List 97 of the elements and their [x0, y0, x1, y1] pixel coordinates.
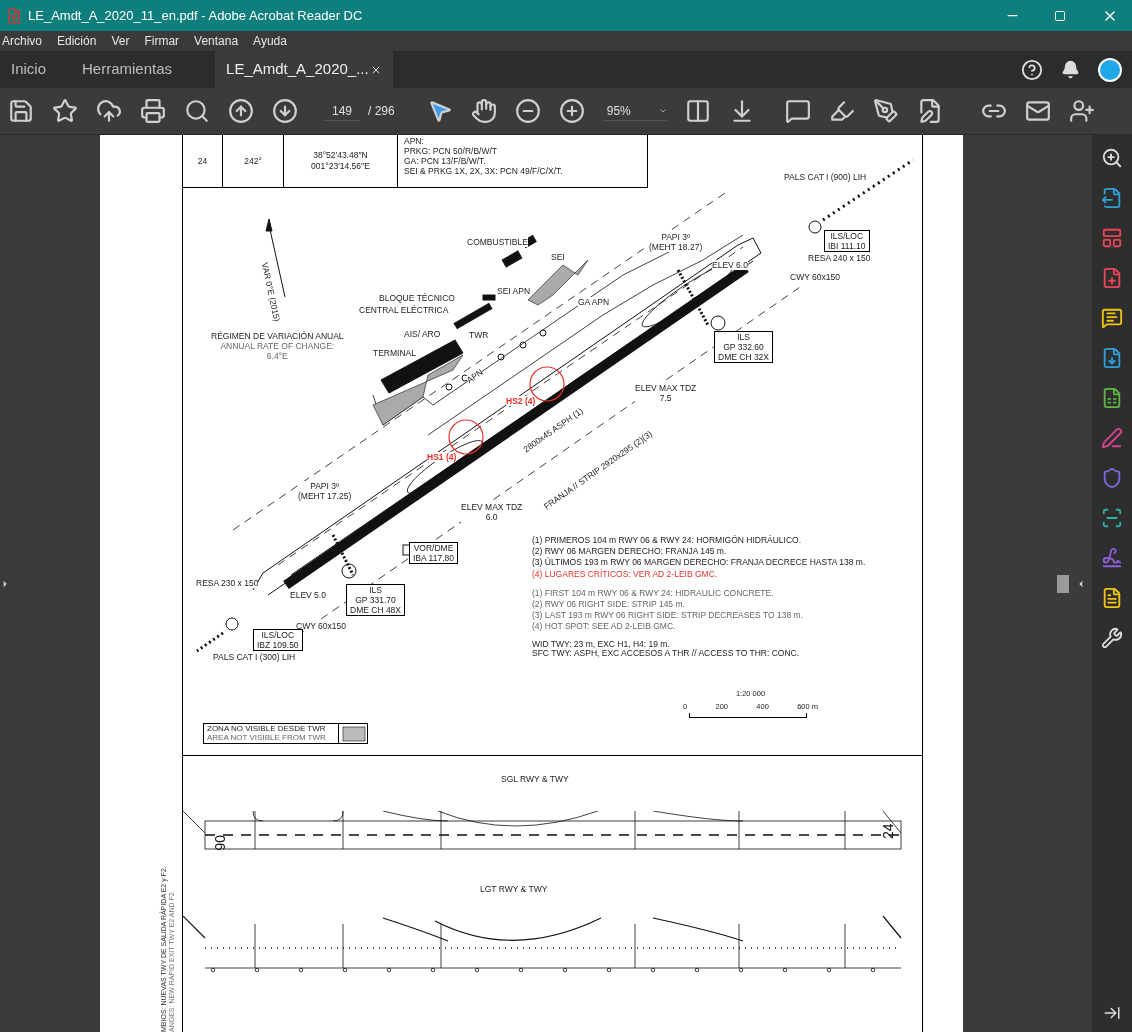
table-cell: 38°52′43.48′′N 001°23′14.56′′E	[284, 135, 398, 187]
pen-icon[interactable]	[872, 98, 899, 124]
shield-icon[interactable]	[1101, 467, 1123, 489]
menu-item[interactable]: Ver	[110, 32, 131, 50]
map-label: BLOQUE TÉCNICO	[379, 293, 455, 303]
map-label: COMBUSTIBLE	[467, 237, 528, 247]
collapse-sidebar-icon[interactable]	[1103, 1004, 1121, 1022]
map-label: CWY 60x150	[790, 272, 840, 282]
note-text: (3) ÚLTIMOS 193 m RWY 06 MARGEN DERECHO: FRANJA DECRECE HASTA 138 m.	[532, 557, 866, 568]
menu-item[interactable]: Firmar	[143, 32, 181, 50]
note-text: (2) RWY 06 MARGEN DERECHO: FRANJA 145 m.	[532, 546, 728, 557]
hotspot-label: HS2 (4)	[506, 396, 536, 406]
tools-icon[interactable]	[1101, 627, 1123, 649]
previous-page-icon[interactable]	[228, 98, 254, 124]
navaid-label: ILS GP 332.60 DME CH 32X	[714, 331, 773, 363]
navaid-label: ILS GP 331.70 DME CH 48X	[346, 584, 405, 616]
signature-icon[interactable]	[1101, 547, 1123, 569]
map-label: CENTRAL ELÉCTRICA	[359, 305, 449, 315]
page-fit-icon[interactable]	[684, 98, 711, 124]
menu-item[interactable]: Archivo	[1, 32, 43, 50]
map-label: GA APN	[578, 297, 610, 307]
note-text: (1) FIRST 104 m RWY 06 & RWY 24: HIDRAULIC CONCRETE.	[532, 588, 775, 599]
table-cell-text: APN: PRKG: PCN 50/R/B/W/T GA: PCN 13/F/B/W/T. SEI & PRKG 1X, 2X, 3X: PCN 49/F/C/X/T.	[403, 135, 564, 178]
panel-title: LGT RWY & TWY	[480, 883, 548, 896]
menu-item[interactable]: Ayuda	[252, 32, 288, 50]
note-text: (4) LUGARES CRÍTICOS: VER AD 2-LEIB GMC.	[532, 569, 719, 580]
note-text: (1) PRIMEROS 104 m RWY 06 & RWY 24: HORMIGÓN HIDRÁULICO.	[532, 535, 803, 546]
zoom-out-icon[interactable]	[514, 98, 541, 124]
add-user-icon[interactable]	[1068, 98, 1095, 124]
legend-text: ZONA NO VISIBLE DESDE TWR	[207, 724, 327, 733]
document-icon[interactable]	[1101, 587, 1123, 609]
tab[interactable]: Herramientas	[71, 51, 184, 88]
compress-file-icon[interactable]	[1101, 387, 1123, 409]
note-text: WID TWY: 23 m, EXC H1, H4: 19 m.	[532, 640, 671, 649]
map-label: TWR	[469, 330, 489, 340]
map-label: PALS CAT I (300) LIH	[213, 652, 296, 662]
star-icon[interactable]	[52, 98, 78, 124]
help-icon[interactable]	[1021, 58, 1043, 81]
scan-icon[interactable]	[1101, 507, 1123, 529]
pdf-file-icon	[6, 7, 22, 24]
map-label: ELEV MAX TDZ 7.5	[635, 383, 697, 403]
comment-icon[interactable]	[784, 98, 811, 124]
map-label: PAPI 3º (MEHT 18.27)	[649, 232, 703, 252]
navaid-label: ILS/LOC IBZ 109.50	[253, 629, 303, 651]
note-text: (3) LAST 193 m RWY 06 RIGHT SIDE: STRIP DECREASES TO 138 m.	[532, 610, 804, 621]
zoom-in-icon[interactable]	[1101, 147, 1123, 169]
panel-title: SGL RWY & TWY	[501, 773, 569, 786]
legend-text: AREA NOT VISIBLE FROM TWR	[207, 733, 327, 742]
map-label: ELEV 6.0	[712, 260, 748, 270]
zoom-dropdown[interactable]: 95%	[602, 101, 667, 121]
page-number-field[interactable]: 149	[324, 101, 360, 121]
highlighter-icon[interactable]	[828, 98, 855, 124]
map-label: RESA 240 x 150	[808, 253, 871, 263]
map-label: RÉGIMEN DE VARIACIÓN ANUAL ANNUAL RATE OF CHANGE: 6.4°E	[211, 331, 344, 361]
hotspot-circle	[448, 419, 484, 455]
export-file-icon[interactable]	[1101, 187, 1123, 209]
scrollbar-thumb[interactable]	[1057, 575, 1069, 593]
fill-sign-icon[interactable]	[1101, 427, 1123, 449]
organize-pages-icon[interactable]	[1101, 227, 1123, 249]
combine-files-icon[interactable]	[1101, 347, 1123, 369]
window-title: LE_Amdt_A_2020_11_en.pdf - Adobe Acrobat Reader DC	[28, 6, 363, 25]
menu-item[interactable]: Ventana	[193, 32, 240, 50]
account-avatar[interactable]	[1098, 57, 1122, 82]
hotspot-label: HS1 (4)	[427, 452, 457, 462]
search-icon[interactable]	[184, 98, 210, 124]
cloud-upload-icon[interactable]	[96, 98, 122, 124]
map-label: AIS/ ARO	[404, 329, 441, 339]
save-icon[interactable]	[8, 98, 34, 124]
table-cell: 242°	[223, 135, 284, 187]
hand-icon[interactable]	[470, 98, 497, 124]
map-label: TERMINAL	[373, 348, 416, 358]
map-label: ELEV MAX TDZ 6.0	[461, 502, 523, 522]
map-label: RESA 230 x 150	[196, 578, 259, 588]
table-cell: 24	[183, 135, 223, 187]
note-text: SFC TWY: ASPH, EXC ACCESOS A THR // ACCESS TO THR: CONC.	[532, 649, 801, 658]
maximize-icon[interactable]	[1054, 9, 1066, 22]
map-label: CWY 60x150	[296, 621, 346, 631]
zoom-in-icon[interactable]	[558, 98, 585, 124]
tab[interactable]: Inicio	[0, 51, 58, 88]
bell-icon[interactable]	[1061, 60, 1080, 79]
map-label: VAR 0°E (2015)	[259, 261, 283, 323]
next-page-icon[interactable]	[272, 98, 298, 124]
map-label: SEI	[551, 252, 565, 262]
page-count: / 296	[368, 103, 395, 120]
note-text: (4) HOT SPOT: SEE AD 2-LEIB GMC.	[532, 621, 677, 632]
navaid-label: ILS/LOC IBI 111.10	[824, 230, 870, 252]
navaid-label: VOR/DME IBA 117.80	[409, 542, 458, 564]
note-text: (2) RWY 06 RIGHT SIDE: STRIP 145 m.	[532, 599, 686, 610]
map-label: PAPI 3º (MEHT 17.25)	[298, 481, 352, 501]
mail-icon[interactable]	[1024, 98, 1051, 124]
comment-icon[interactable]	[1101, 307, 1123, 329]
map-label: ELEV 5.0	[290, 590, 326, 600]
menu-item[interactable]: Edición	[56, 32, 98, 50]
printer-icon[interactable]	[140, 98, 166, 124]
map-label: SEI APN	[497, 286, 531, 296]
tab[interactable]: LE_Amdt_A_2020_...	[215, 51, 394, 88]
create-file-icon[interactable]	[1101, 267, 1123, 289]
